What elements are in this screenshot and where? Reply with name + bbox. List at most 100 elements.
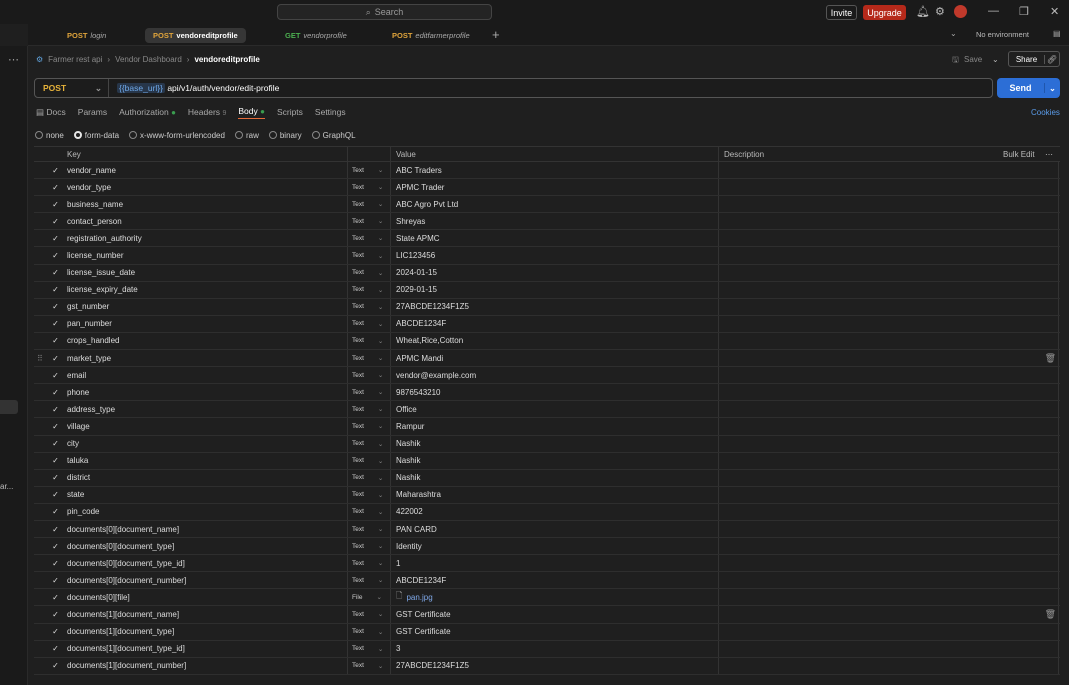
maximize-icon[interactable]: ❐ (1019, 5, 1029, 18)
row-checkbox[interactable]: ✓ (51, 418, 60, 434)
row-type-select[interactable]: Text ⌄ (352, 572, 383, 588)
delete-icon[interactable]: 🗑︎ (1045, 350, 1056, 366)
row-type-select[interactable]: Text ⌄ (352, 606, 383, 622)
row-type-select[interactable]: Text ⌄ (352, 555, 383, 571)
row-checkbox[interactable]: ✓ (51, 179, 60, 195)
tab-login[interactable]: POST login (59, 28, 114, 43)
row-checkbox[interactable]: ✓ (51, 504, 60, 520)
row-value[interactable]: 2024-01-15 (396, 265, 437, 281)
body-type-form-data[interactable]: form-data (73, 130, 119, 140)
row-type-select[interactable]: Text ⌄ (352, 316, 383, 332)
row-value[interactable]: 9876543210 (396, 384, 441, 400)
row-checkbox[interactable]: ✓ (51, 299, 60, 315)
row-value[interactable]: Maharashtra (396, 487, 441, 503)
add-tab-icon[interactable]: + (492, 27, 500, 42)
row-key[interactable]: documents[1][document_name] (67, 606, 179, 622)
grid-icon[interactable]: ▤ (1053, 29, 1061, 38)
row-checkbox[interactable]: ✓ (51, 538, 60, 554)
bulk-edit-button[interactable]: Bulk Edit (1003, 147, 1035, 161)
row-key[interactable]: state (67, 487, 84, 503)
row-key[interactable]: gst_number (67, 299, 109, 315)
row-value[interactable]: Nashik (396, 453, 420, 469)
row-value[interactable]: PAN CARD (396, 521, 437, 537)
row-type-select[interactable]: Text ⌄ (352, 179, 383, 195)
row-type-select[interactable]: Text ⌄ (352, 658, 383, 674)
tab-body[interactable]: Body ● (238, 106, 265, 119)
row-key[interactable]: district (67, 470, 90, 486)
avatar[interactable] (954, 5, 967, 18)
row-type-select[interactable]: Text ⌄ (352, 299, 383, 315)
row-value[interactable]: GST Certificate (396, 624, 451, 640)
row-key[interactable]: village (67, 418, 90, 434)
row-key[interactable]: documents[0][document_name] (67, 521, 179, 537)
row-type-select[interactable]: Text ⌄ (352, 367, 383, 383)
row-checkbox[interactable]: ✓ (51, 230, 60, 246)
search-input[interactable]: ⌕ Search (277, 4, 492, 20)
row-checkbox[interactable]: ✓ (51, 572, 60, 588)
row-type-select[interactable]: Text ⌄ (352, 350, 383, 366)
row-type-select[interactable]: Text ⌄ (352, 521, 383, 537)
row-key[interactable]: address_type (67, 401, 115, 417)
row-checkbox[interactable]: ✓ (51, 384, 60, 400)
row-type-select[interactable]: Text ⌄ (352, 624, 383, 640)
row-checkbox[interactable]: ✓ (51, 658, 60, 674)
cookies-link[interactable]: Cookies (1031, 108, 1060, 117)
row-key[interactable]: market_type (67, 350, 111, 366)
row-type-select[interactable]: Text ⌄ (352, 265, 383, 281)
row-value[interactable]: State APMC (396, 230, 440, 246)
row-type-select[interactable]: Text ⌄ (352, 504, 383, 520)
row-key[interactable]: city (67, 436, 79, 452)
row-type-select[interactable]: Text ⌄ (352, 162, 383, 178)
row-value[interactable]: GST Certificate (396, 606, 451, 622)
row-checkbox[interactable]: ✓ (51, 350, 60, 366)
row-checkbox[interactable]: ✓ (51, 453, 60, 469)
delete-icon[interactable]: 🗑︎ (1045, 606, 1056, 622)
row-value[interactable]: LIC123456 (396, 247, 435, 263)
row-checkbox[interactable]: ✓ (51, 265, 60, 281)
row-key[interactable]: documents[0][document_type] (67, 538, 174, 554)
row-type-select[interactable]: Text ⌄ (352, 333, 383, 349)
row-type-select[interactable]: Text ⌄ (352, 641, 383, 657)
row-type-select[interactable]: Text ⌄ (352, 418, 383, 434)
chevron-down-icon[interactable]: ⌄ (1045, 84, 1060, 93)
row-checkbox[interactable]: ✓ (51, 401, 60, 417)
row-key[interactable]: email (67, 367, 86, 383)
row-key[interactable]: documents[0][document_type_id] (67, 555, 185, 571)
row-checkbox[interactable]: ✓ (51, 196, 60, 212)
row-checkbox[interactable]: ✓ (51, 436, 60, 452)
row-checkbox[interactable]: ✓ (51, 555, 60, 571)
row-value[interactable]: APMC Mandi (396, 350, 443, 366)
row-type-select[interactable]: Text ⌄ (352, 401, 383, 417)
breadcrumb-collection[interactable]: Farmer rest api (48, 55, 102, 64)
row-type-select[interactable]: Text ⌄ (352, 384, 383, 400)
tab-vendoreditprofile[interactable]: POST vendoreditprofile (145, 28, 246, 43)
row-checkbox[interactable]: ✓ (51, 470, 60, 486)
row-key[interactable]: business_name (67, 196, 123, 212)
row-type-select[interactable]: Text ⌄ (352, 230, 383, 246)
tab-settings[interactable]: Settings (315, 107, 346, 117)
row-checkbox[interactable]: ✓ (51, 624, 60, 640)
chevron-down-icon[interactable]: ⌄ (950, 29, 957, 38)
row-key[interactable]: pin_code (67, 504, 99, 520)
body-type-binary[interactable]: binary (268, 130, 302, 140)
row-value[interactable]: ABC Traders (396, 162, 442, 178)
sidebar-item-label[interactable]: ar... (0, 482, 13, 491)
bell-icon[interactable]: 🔔︎ (916, 5, 930, 18)
save-button[interactable]: Save (964, 55, 982, 64)
row-type-select[interactable]: Text ⌄ (352, 487, 383, 503)
row-key[interactable]: documents[1][document_type_id] (67, 641, 185, 657)
url-input[interactable]: {{base_url}} api/v1/auth/vendor/edit-pro… (109, 83, 279, 93)
row-checkbox[interactable]: ✓ (51, 213, 60, 229)
row-type-select[interactable]: Text ⌄ (352, 247, 383, 263)
row-value[interactable]: 2029-01-15 (396, 282, 437, 298)
row-value[interactable]: 422002 (396, 504, 423, 520)
row-value[interactable]: Wheat,Rice,Cotton (396, 333, 463, 349)
row-key[interactable]: vendor_name (67, 162, 116, 178)
row-type-select[interactable]: Text ⌄ (352, 196, 383, 212)
row-value[interactable]: ABCDE1234F (396, 316, 446, 332)
row-key[interactable]: documents[1][document_number] (67, 658, 186, 674)
row-key[interactable]: crops_handled (67, 333, 119, 349)
row-checkbox[interactable]: ✓ (51, 333, 60, 349)
tab-params[interactable]: Params (78, 107, 107, 117)
row-checkbox[interactable]: ✓ (51, 282, 60, 298)
